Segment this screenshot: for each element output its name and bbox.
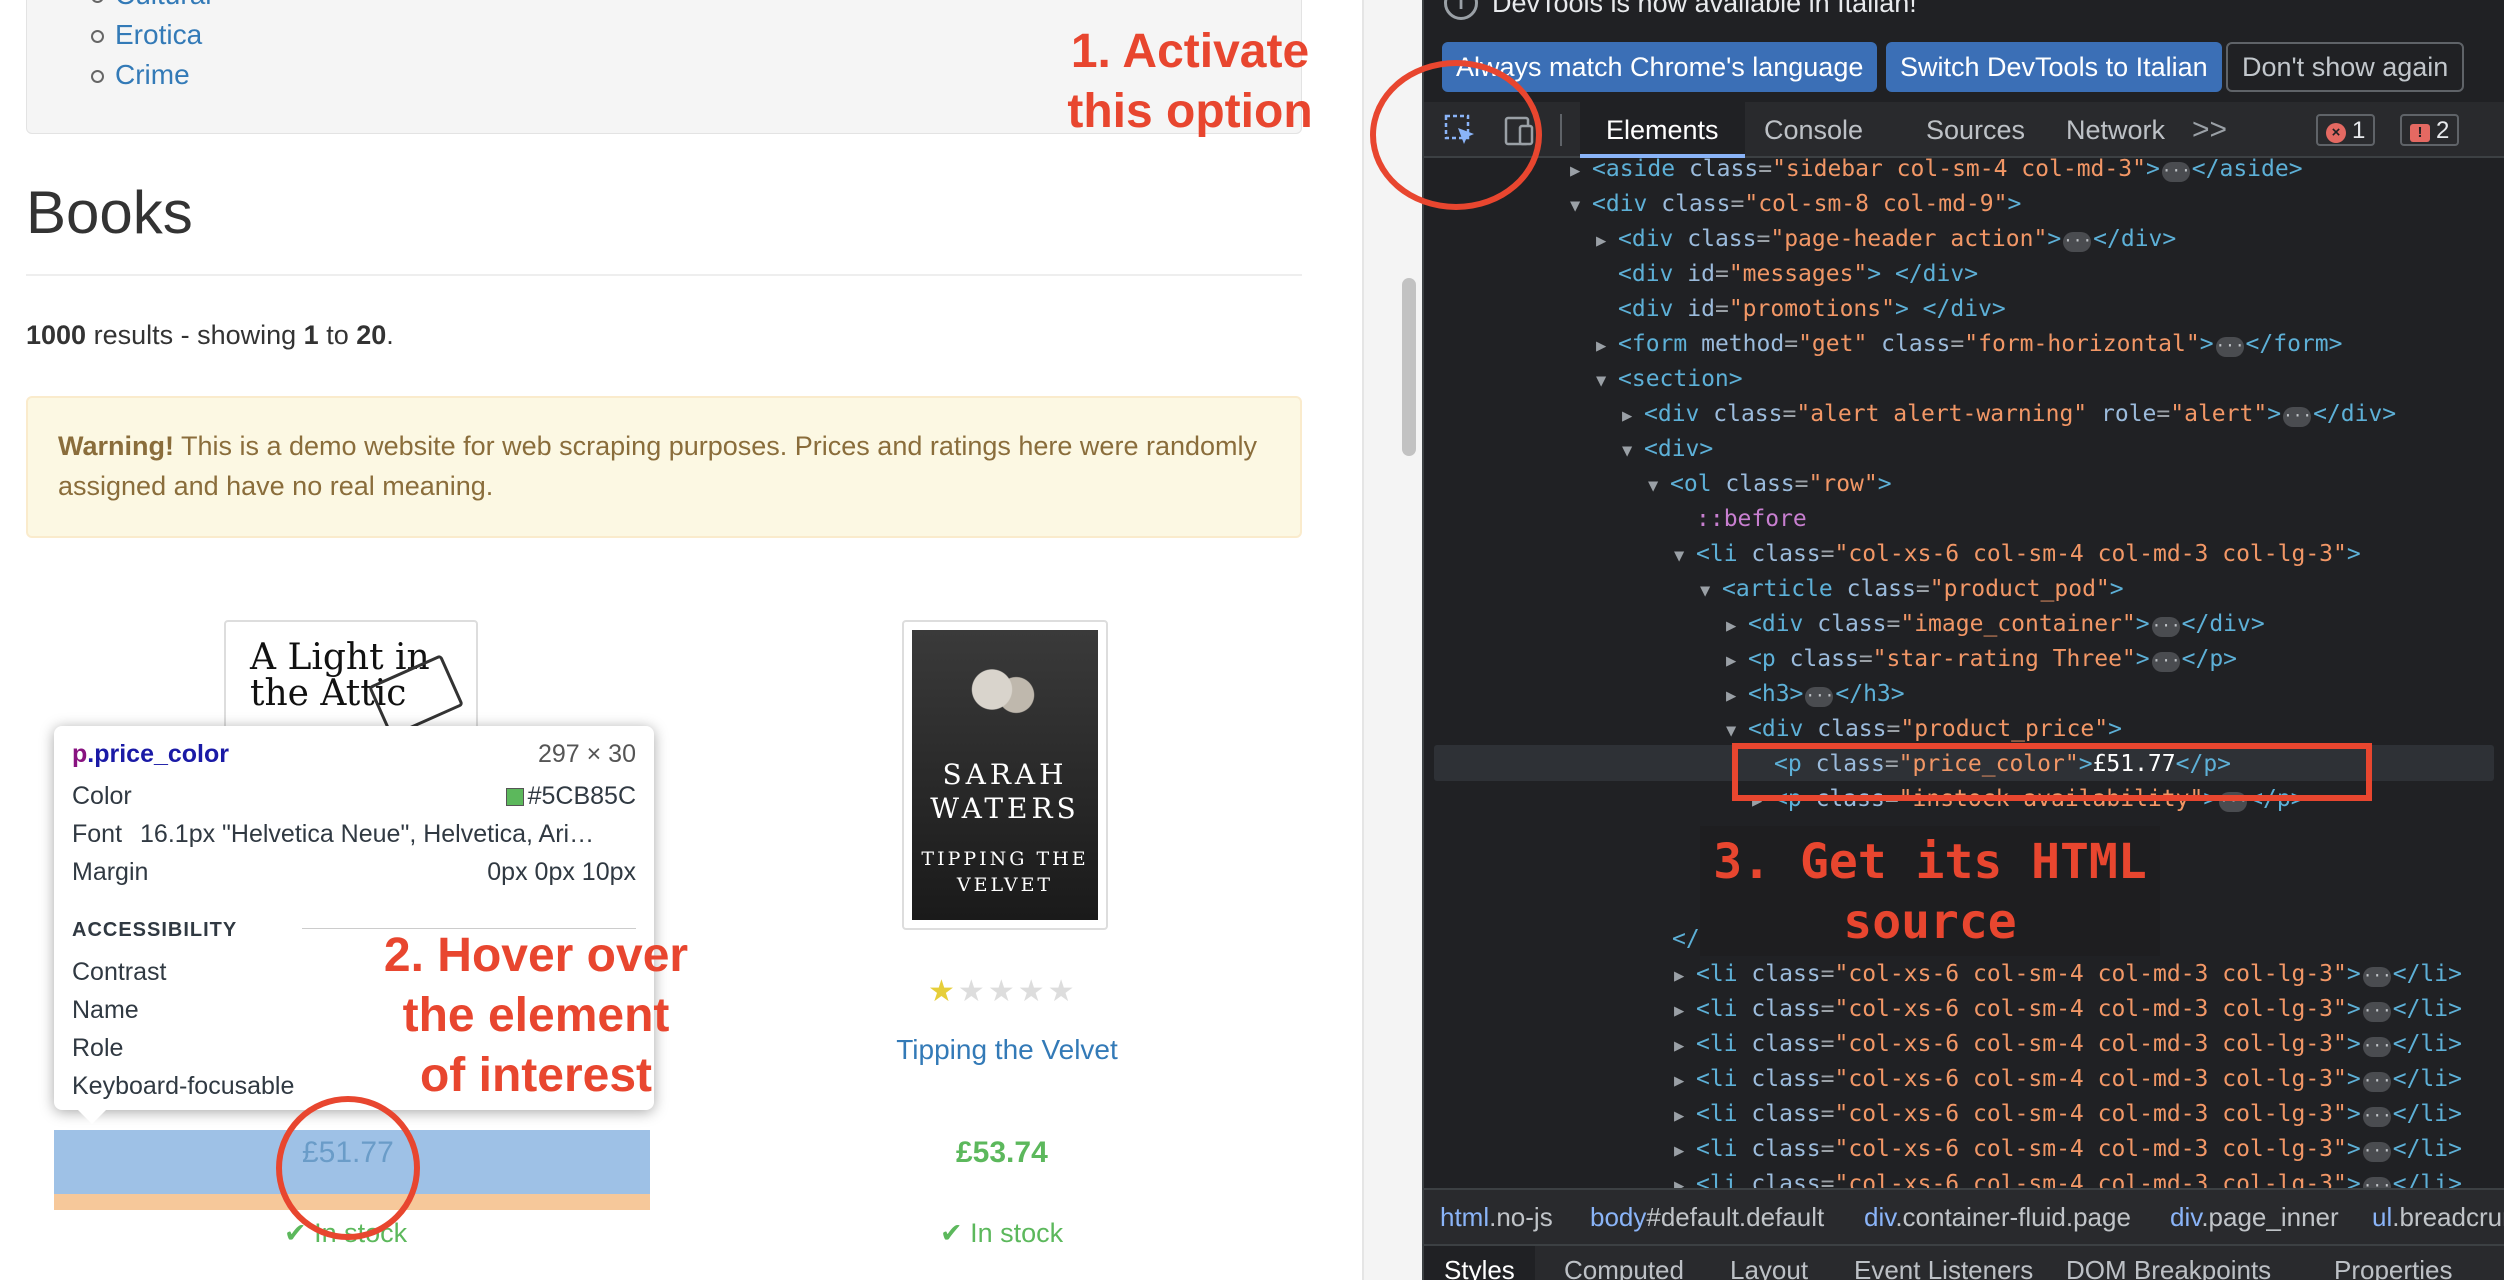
dom-node[interactable]: ▶ <li class="col-xs-6 col-sm-4 col-md-3 c…: [1674, 957, 2462, 992]
category-link[interactable]: Crime: [90, 55, 211, 95]
star-rating: ★★★★★: [928, 974, 1078, 1009]
breadcrumb-item[interactable]: div.container-fluid.page: [1864, 1190, 2131, 1244]
devtools-panel: i DevTools is now available in Italian! …: [1422, 0, 2504, 1280]
book-cover-image[interactable]: A Light in the Attic: [224, 620, 478, 730]
more-tabs-icon[interactable]: >>: [2192, 102, 2227, 158]
dom-node[interactable]: ▶ <div class="alert alert-warning" role="…: [1622, 397, 2396, 432]
dom-node[interactable]: ▶ <li class="col-xs-6 col-sm-4 col-md-3 c…: [1674, 1062, 2462, 1097]
dom-node[interactable]: ▶ <li class="col-xs-6 col-sm-4 col-md-3 c…: [1674, 1027, 2462, 1062]
error-icon: ×: [2326, 123, 2346, 143]
dom-node[interactable]: <div id="messages"> </div>: [1618, 257, 1978, 292]
product-title-link[interactable]: Tipping the Velvet: [862, 1034, 1152, 1066]
tab-console[interactable]: Console: [1764, 102, 1863, 158]
dom-node[interactable]: ▼ <li class="col-xs-6 col-sm-4 col-md-3 c…: [1674, 537, 2361, 572]
devtools-tabbar: Elements Console Sources Network >> × 1 !…: [1424, 102, 2504, 158]
annotation-circle-price: [276, 1096, 420, 1240]
cover-illustration: [948, 640, 1058, 750]
subtab-properties[interactable]: Properties: [2334, 1246, 2453, 1280]
styles-subtabs: Styles Computed Layout Event Listeners D…: [1424, 1244, 2504, 1280]
dom-node[interactable]: ▼ <div class="product_price">: [1726, 712, 2122, 747]
dom-node[interactable]: <div id="promotions"> </div>: [1618, 292, 2006, 327]
cover-title: TIPPING THE VELVET: [921, 848, 1089, 896]
dom-node[interactable]: ▶ <div class="page-header action"> ···</di…: [1596, 222, 2176, 257]
dom-node[interactable]: ▼ <div>: [1622, 432, 1713, 467]
dom-node[interactable]: ▶ <li class="col-xs-6 col-sm-4 col-md-3 c…: [1674, 992, 2462, 1027]
stock-status: ✔ In stock: [940, 1218, 1064, 1248]
check-icon: ✔: [940, 1218, 971, 1248]
star-icon: ★: [928, 975, 958, 1008]
annotation-step-1: 1. Activate this option: [1067, 25, 1313, 138]
dom-node[interactable]: ▶ <div class="image_container"> ···</div>: [1726, 607, 2265, 642]
page-title: Books: [26, 179, 193, 246]
subtab-dom-breakpoints[interactable]: DOM Breakpoints: [2066, 1246, 2271, 1280]
toolbar-divider: [1560, 114, 1562, 146]
subtab-styles[interactable]: Styles: [1424, 1246, 1535, 1280]
star-icon: ★: [1047, 975, 1078, 1008]
divider: [26, 274, 1302, 276]
switch-italian-button[interactable]: Switch DevTools to Italian: [1886, 42, 2222, 92]
language-infobar: i DevTools is now available in Italian! …: [1424, 0, 2504, 94]
cover-author: SARAH WATERS: [930, 758, 1080, 825]
breadcrumb-item[interactable]: ul.breadcrumb: [2372, 1190, 2504, 1244]
warning-alert: Warning! This is a demo website for web …: [26, 396, 1302, 538]
subtab-computed[interactable]: Computed: [1564, 1246, 1684, 1280]
results-summary: 1000 results - showing 1 to 20.: [26, 320, 394, 350]
annotation-highlight-box: [1732, 743, 2372, 801]
tab-sources[interactable]: Sources: [1926, 102, 2025, 158]
dom-tree: ▶ <aside class="sidebar col-sm-4 col-md-3…: [1424, 156, 2504, 1197]
subtab-layout[interactable]: Layout: [1730, 1246, 1808, 1280]
star-icon: ★: [987, 975, 1018, 1008]
color-swatch-icon: [505, 788, 524, 806]
tooltip-size: 297 × 30: [537, 740, 636, 768]
tab-network[interactable]: Network: [2066, 102, 2165, 158]
star-icon: ★: [957, 975, 988, 1008]
web-page: Cultural Erotica Crime Books 1000 result…: [0, 0, 1362, 1280]
tab-elements[interactable]: Elements: [1580, 102, 1745, 158]
breadcrumb: html.no-js body#default.default div.cont…: [1424, 1188, 2504, 1244]
star-icon: ★: [1017, 975, 1048, 1008]
tooltip-color-row: Color #5CB85C: [72, 782, 636, 810]
dom-node[interactable]: ▶ <li class="col-xs-6 col-sm-4 col-md-3 c…: [1674, 1132, 2462, 1167]
issue-count-badge[interactable]: ! 2: [2400, 114, 2460, 146]
infobar-message: DevTools is now available in Italian!: [1492, 0, 1917, 18]
annotation-circle-inspect: [1370, 60, 1542, 210]
tooltip-margin-row: Margin 0px 0px 10px: [72, 858, 636, 886]
error-count-badge[interactable]: × 1: [2316, 114, 2376, 146]
category-link[interactable]: Cultural: [90, 0, 211, 15]
product-price: £53.74: [956, 1136, 1048, 1169]
dom-node[interactable]: ▶ <h3> ···</h3>: [1726, 677, 1905, 712]
dom-node[interactable]: ▼ <ol class="row">: [1648, 467, 1892, 502]
dom-node[interactable]: ▶ <aside class="sidebar col-sm-4 col-md-3…: [1570, 152, 2303, 187]
info-icon: i: [1444, 0, 1478, 20]
dom-node[interactable]: ▼ <div class="col-sm-8 col-md-9">: [1570, 187, 2021, 222]
book-cover-image[interactable]: SARAH WATERS TIPPING THE VELVET: [902, 620, 1108, 930]
dom-node[interactable]: ▼ <section>: [1596, 362, 1743, 397]
dom-node[interactable]: ▶ <p class="star-rating Three"> ···</p>: [1726, 642, 2237, 677]
tooltip-font-row: Font 16.1px "Helvetica Neue", Helvetica, …: [72, 820, 595, 848]
breadcrumb-item[interactable]: div.page_inner: [2170, 1190, 2339, 1244]
dont-show-again-button[interactable]: Don't show again: [2226, 42, 2465, 92]
dom-node[interactable]: ▶ <form method="get" class="form-horizont…: [1596, 327, 2342, 362]
annotation-step-3: 3. Get its HTML source: [1713, 834, 2147, 950]
page-scrollbar-thumb[interactable]: [1402, 278, 1416, 456]
tooltip-selector: p.price_color 297 × 30: [72, 736, 636, 772]
breadcrumb-item[interactable]: html.no-js: [1440, 1190, 1553, 1244]
breadcrumb-item[interactable]: body#default.default: [1590, 1190, 1824, 1244]
category-link[interactable]: Erotica: [90, 15, 211, 55]
dom-node[interactable]: ▼ <article class="product_pod">: [1700, 572, 2124, 607]
annotation-step-3-backdrop: 3. Get its HTML source: [1700, 826, 2160, 956]
issue-icon: !: [2410, 124, 2430, 142]
dom-node[interactable]: ▶ <li class="col-xs-6 col-sm-4 col-md-3 c…: [1674, 1097, 2462, 1132]
annotation-step-2: 2. Hover over the element of interest: [383, 929, 689, 1102]
subtab-event-listeners[interactable]: Event Listeners: [1854, 1246, 2033, 1280]
dom-pseudo[interactable]: ::before: [1696, 502, 1807, 537]
